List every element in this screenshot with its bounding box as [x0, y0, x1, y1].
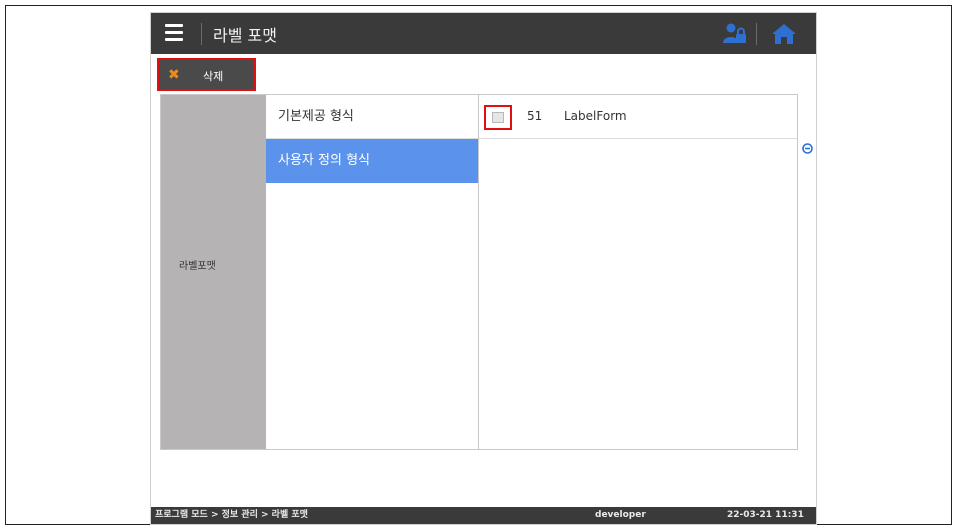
top-bar: 라벨 포맷 [151, 13, 816, 54]
title-divider [201, 23, 202, 45]
form-number: 51 [527, 109, 543, 123]
header-divider [756, 23, 757, 45]
page-title: 라벨 포맷 [213, 26, 277, 45]
breadcrumb: 프로그램 모드 > 정보 관리 > 라벨 포맷 [155, 510, 308, 520]
side-panel-toggle-icon[interactable] [802, 139, 813, 154]
status-user: developer [595, 510, 646, 520]
status-bar: 프로그램 모드 > 정보 관리 > 라벨 포맷 developer 22-03-… [151, 507, 816, 524]
category-label: 라벨포맷 [179, 261, 216, 272]
format-type-list: 기본제공 형식 사용자 정의 형식 [266, 95, 479, 449]
status-datetime: 22-03-21 11:31 [727, 510, 804, 520]
hamburger-menu-icon[interactable] [165, 24, 183, 42]
app-window: 라벨 포맷 ✖ 삭제 라벨포맷 기본제공 형식 사용자 정의 형식 51 Lab… [151, 13, 816, 524]
format-type-custom[interactable]: 사용자 정의 형식 [266, 139, 478, 183]
delete-button-label: 삭제 [203, 70, 224, 83]
category-label-column: 라벨포맷 [161, 95, 266, 449]
home-icon[interactable] [771, 22, 797, 46]
form-checkbox[interactable] [492, 112, 504, 123]
format-type-builtin[interactable]: 기본제공 형식 [266, 95, 478, 139]
delete-button[interactable]: ✖ 삭제 [157, 58, 256, 91]
form-list: 51 LabelForm [479, 95, 797, 449]
x-icon: ✖ [168, 67, 180, 83]
form-checkbox-highlight[interactable] [484, 105, 512, 130]
form-name: LabelForm [564, 109, 627, 123]
user-lock-icon[interactable] [723, 23, 747, 45]
label-format-panel: 라벨포맷 기본제공 형식 사용자 정의 형식 51 LabelForm [160, 94, 798, 450]
list-item[interactable]: 51 LabelForm [479, 95, 797, 139]
